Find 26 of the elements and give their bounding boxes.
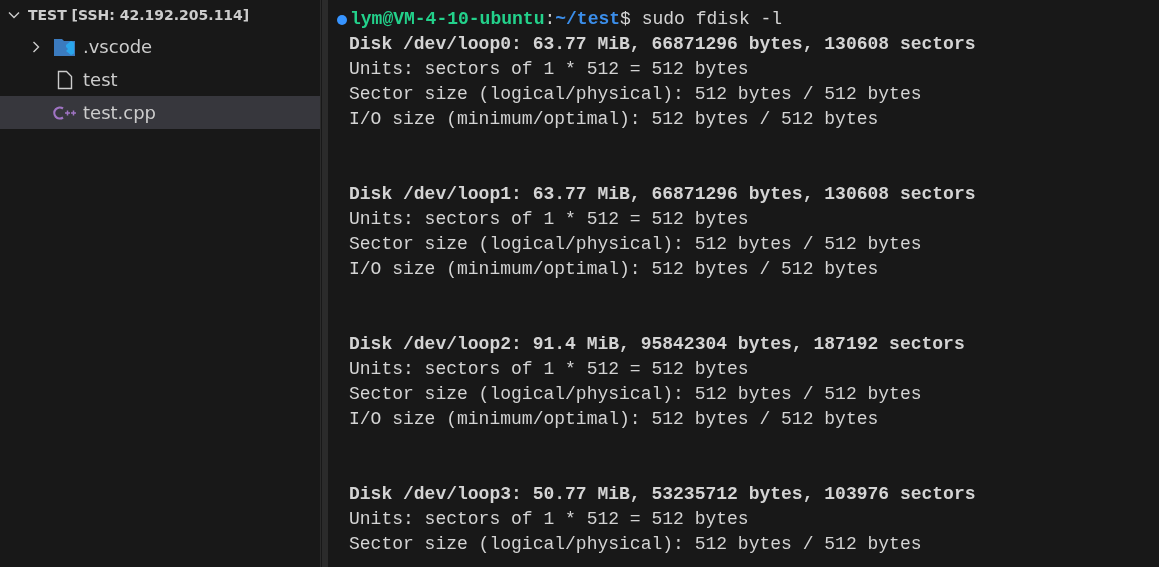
output-line: Units: sectors of 1 * 512 = 512 bytes xyxy=(348,358,749,381)
output-line: Disk /dev/loop1: 63.77 MiB, 66871296 bytes, 130608 sectors xyxy=(348,183,976,206)
output-line: Disk /dev/loop2: 91.4 MiB, 95842304 bytes, 187192 sectors xyxy=(348,333,965,356)
file-icon xyxy=(57,69,73,90)
prompt-line: lym@VM-4-10-ubuntu:~/test$ sudo fdisk -l xyxy=(350,8,783,31)
output-line: Sector size (logical/physical): 512 bytes / 512 bytes xyxy=(348,533,922,556)
output-line: Sector size (logical/physical): 512 bytes / 512 bytes xyxy=(348,83,922,106)
file-tree-item[interactable]: .vscode xyxy=(0,30,320,63)
output-line: Units: sectors of 1 * 512 = 512 bytes xyxy=(348,208,749,231)
workspace-title: TEST [SSH: 42.192.205.114] xyxy=(28,7,250,23)
explorer-header[interactable]: TEST [SSH: 42.192.205.114] xyxy=(0,0,320,30)
output-line: Units: sectors of 1 * 512 = 512 bytes xyxy=(348,58,749,81)
chevron-icon[interactable] xyxy=(30,40,42,53)
output-line: Units: sectors of 1 * 512 = 512 bytes xyxy=(348,508,749,531)
output-line: I/O size (minimum/optimal): 512 bytes / 512 bytes xyxy=(348,408,879,431)
file-tree-item[interactable]: test xyxy=(0,63,320,96)
output-line: Disk /dev/loop3: 50.77 MiB, 53235712 bytes, 103976 sectors xyxy=(348,483,976,506)
output-line: Disk /dev/loop0: 63.77 MiB, 66871296 bytes, 130608 sectors xyxy=(348,33,976,56)
status-dot xyxy=(337,15,347,25)
output-line: Sector size (logical/physical): 512 bytes / 512 bytes xyxy=(348,383,922,406)
output-line: Sector size (logical/physical): 512 bytes / 512 bytes xyxy=(348,233,922,256)
file-tree-item[interactable]: test.cpp xyxy=(0,96,320,129)
output-line: I/O size (minimum/optimal): 512 bytes / 512 bytes xyxy=(348,258,879,281)
chevron-icon[interactable] xyxy=(8,9,20,21)
cpp-icon xyxy=(53,104,77,121)
output-line: I/O size (minimum/optimal): 512 bytes / 512 bytes xyxy=(348,108,879,131)
